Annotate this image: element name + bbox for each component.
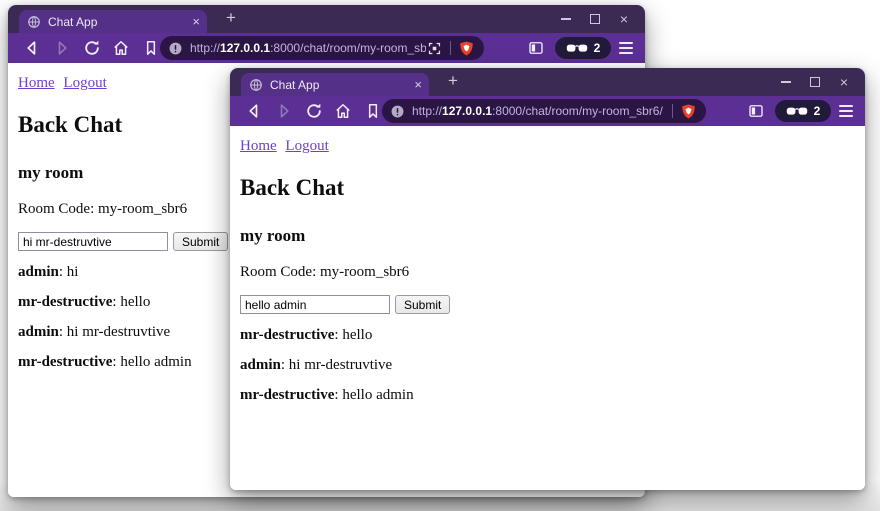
menu-icon[interactable] [619,41,633,55]
tab-close-icon[interactable]: × [192,15,200,28]
qr-code-icon[interactable] [426,40,443,57]
brave-rewards-badge[interactable]: 2 [555,37,611,59]
reload-icon[interactable] [82,38,102,58]
room-name: my room [240,226,306,245]
sidebar-toggle-icon[interactable] [527,39,545,57]
bookmark-icon[interactable] [141,38,161,58]
divider [450,41,451,55]
logout-link[interactable]: Logout [285,138,328,154]
tab-title: Chat App [48,14,98,29]
url-text[interactable]: http://127.0.0.1:8000/chat/room/my-room_… [190,41,426,55]
globe-favicon-icon [249,78,263,92]
message-username: mr-destructive [18,354,113,370]
site-info-icon[interactable] [168,41,183,56]
message-text: hello [342,327,373,343]
chat-message: mr-destructive: hello admin [240,387,855,404]
minimize-icon[interactable] [558,11,574,27]
message-username: admin [18,324,59,340]
url-bar[interactable]: http://127.0.0.1:8000/chat/room/my-room_… [382,99,706,123]
badge-count: 2 [593,41,601,55]
sunglasses-icon [786,107,807,115]
room-code: Room Code: my-room_sbr6 [240,264,410,280]
url-host: 127.0.0.1 [220,41,271,55]
home-icon[interactable] [111,38,131,58]
tab-strip: Chat App × + × [230,68,865,96]
maximize-icon[interactable] [587,11,603,27]
message-text: hello admin [342,387,414,403]
sunglasses-icon [566,44,587,52]
home-link[interactable]: Home [240,138,277,154]
page-nav: Home Logout [240,138,855,155]
back-icon[interactable] [244,101,264,121]
divider [672,104,673,118]
message-text: hi mr-destruvtive [288,357,393,373]
tab-chat-app[interactable]: Chat App × [241,73,429,96]
bookmark-icon[interactable] [363,101,383,121]
url-path: :8000/chat/room/my-room_sbr6/ [492,104,663,118]
page-content: Home Logout Back Chat my room Room Code:… [230,126,865,490]
url-scheme: http:// [412,104,443,118]
menu-icon[interactable] [839,104,853,118]
site-info-icon[interactable] [390,104,405,119]
minimize-icon[interactable] [778,74,794,90]
sidebar-toggle-icon[interactable] [747,102,765,120]
browser-window-foreground[interactable]: Chat App × + × http://127.0.0.1:8000/cha… [230,68,865,490]
badge-count: 2 [813,104,821,118]
page-title: Back Chat [240,175,345,200]
url-path: :8000/chat/room/my-room_sbr6/ [270,41,426,55]
window-controls: × [778,68,865,96]
message-input[interactable] [240,295,390,314]
submit-button[interactable]: Submit [395,295,451,314]
tab-strip: Chat App × + × [8,5,645,33]
browser-toolbar: http://127.0.0.1:8000/chat/room/my-room_… [230,96,865,126]
forward-icon [274,101,294,121]
back-icon[interactable] [22,38,42,58]
url-scheme: http:// [190,41,221,55]
submit-button[interactable]: Submit [173,232,229,251]
brave-shield-icon[interactable] [458,40,475,57]
message-separator: : [58,264,67,280]
chat-message: mr-destructive: hello [240,327,855,344]
globe-favicon-icon [27,15,41,29]
tab-close-icon[interactable]: × [414,78,422,91]
message-username: admin [240,357,281,373]
message-username: admin [18,264,59,280]
logout-link[interactable]: Logout [63,75,106,91]
message-username: mr-destructive [240,387,335,403]
url-bar[interactable]: http://127.0.0.1:8000/chat/room/my-room_… [160,36,484,60]
tab-title: Chat App [270,77,320,92]
message-input[interactable] [18,232,168,251]
message-username: mr-destructive [18,294,113,310]
close-icon[interactable]: × [836,74,852,90]
forward-icon [52,38,72,58]
browser-toolbar: http://127.0.0.1:8000/chat/room/my-room_… [8,33,645,63]
message-text: hello [120,294,151,310]
home-link[interactable]: Home [18,75,55,91]
message-form: Submit [240,295,855,314]
home-icon[interactable] [333,101,353,121]
brave-shield-icon[interactable] [680,103,697,120]
url-text[interactable]: http://127.0.0.1:8000/chat/room/my-room_… [412,104,672,118]
message-text: hi mr-destruvtive [66,324,171,340]
message-username: mr-destructive [240,327,335,343]
message-separator: : [280,357,289,373]
new-tab-icon[interactable]: + [442,71,464,93]
close-icon[interactable]: × [616,11,632,27]
url-host: 127.0.0.1 [442,104,493,118]
chat-message: admin: hi mr-destruvtive [240,357,855,374]
message-text: hi [66,264,79,280]
maximize-icon[interactable] [807,74,823,90]
message-separator: : [58,324,67,340]
window-controls: × [558,5,645,33]
tab-chat-app[interactable]: Chat App × [19,10,207,33]
new-tab-icon[interactable]: + [220,8,242,30]
message-text: hello admin [120,354,192,370]
brave-rewards-badge[interactable]: 2 [775,100,831,122]
reload-icon[interactable] [304,101,324,121]
